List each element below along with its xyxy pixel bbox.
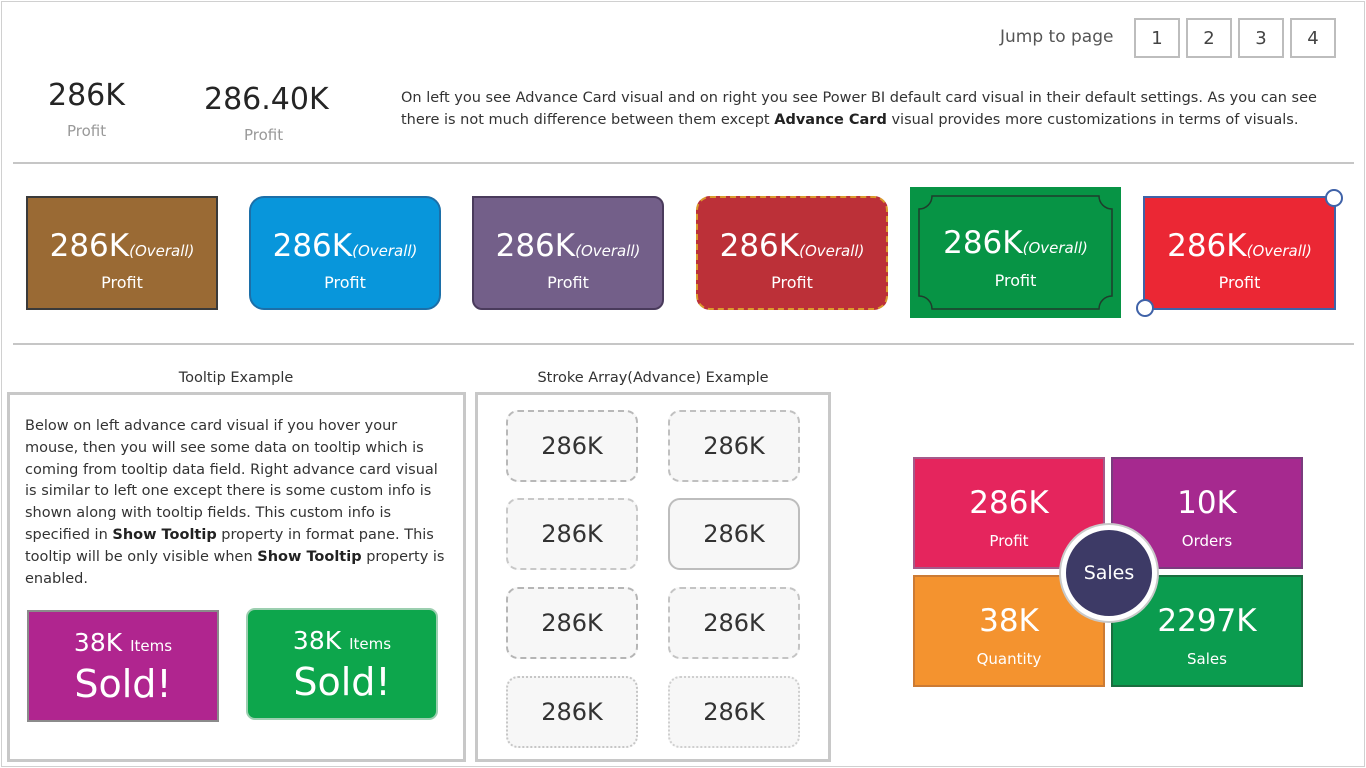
page-3-button[interactable]: 3	[1238, 18, 1284, 58]
card-label: Profit	[771, 273, 813, 292]
quad-label: Sales	[1187, 650, 1227, 668]
quad-value: 10K	[1177, 485, 1237, 521]
sales-center-circle[interactable]: Sales	[1061, 525, 1157, 621]
intro-text: On left you see Advance Card visual and …	[401, 90, 1317, 128]
sold-text: Sold!	[293, 660, 391, 704]
quad-value: 286K	[969, 485, 1049, 521]
card-value: 286K(Overall)	[719, 228, 865, 264]
color-card-red-dashed[interactable]: 286K(Overall) Profit	[696, 196, 888, 310]
tooltip-example-title: Tooltip Example	[178, 370, 294, 386]
card-label: Profit	[324, 273, 366, 292]
stroke-card-5[interactable]: 286K	[506, 587, 638, 659]
color-card-purple[interactable]: 286K(Overall) Profit	[472, 196, 664, 310]
advance-card-value: 286K	[48, 78, 125, 113]
stroke-array-title: Stroke Array(Advance) Example	[537, 370, 769, 386]
divider-top	[13, 162, 1354, 164]
card-label: Profit	[994, 271, 1037, 290]
advance-card-label: Profit	[67, 122, 107, 140]
card-value: 286K(Overall)	[495, 228, 641, 264]
quad-label: Quantity	[976, 650, 1042, 668]
corner-notch-top-right	[1325, 189, 1343, 207]
stroke-card-8[interactable]: 286K	[668, 676, 800, 748]
sold-text: Sold!	[74, 662, 172, 706]
color-card-blue[interactable]: 286K(Overall) Profit	[249, 196, 441, 310]
card-value: 286K(Overall)	[49, 228, 195, 264]
sold-count: 38K Items	[73, 628, 173, 657]
card-value: 286K(Overall)	[272, 228, 418, 264]
stroke-card-6[interactable]: 286K	[668, 587, 800, 659]
items-sold-card-left[interactable]: 38K Items Sold!	[27, 610, 219, 722]
tooltip-description: Below on left advance card visual if you…	[25, 418, 445, 587]
stroke-card-7[interactable]: 286K	[506, 676, 638, 748]
page-4-button[interactable]: 4	[1290, 18, 1336, 58]
page-1-button[interactable]: 1	[1134, 18, 1180, 58]
default-card-label: Profit	[244, 126, 284, 144]
jump-to-page-label: Jump to page	[1000, 27, 1114, 47]
quad-value: 38K	[979, 603, 1039, 639]
card-label: Profit	[547, 273, 589, 292]
color-card-brown[interactable]: 286K(Overall) Profit	[26, 196, 218, 310]
stroke-card-3[interactable]: 286K	[506, 498, 638, 570]
stroke-card-1[interactable]: 286K	[506, 410, 638, 482]
corner-notch-bottom-left	[1136, 299, 1154, 317]
color-card-bright-red[interactable]: 286K(Overall) Profit	[1136, 189, 1343, 317]
stroke-card-2[interactable]: 286K	[668, 410, 800, 482]
color-card-green-notched[interactable]: 286K(Overall) Profit	[910, 187, 1121, 318]
divider-middle	[13, 343, 1354, 345]
stroke-card-4[interactable]: 286K	[668, 498, 800, 570]
card-label: Profit	[101, 273, 143, 292]
items-sold-card-right[interactable]: 38K Items Sold!	[246, 608, 438, 720]
card-value: 286K(Overall)	[943, 225, 1088, 261]
sold-count: 38K Items	[292, 626, 392, 655]
card-label: Profit	[1218, 273, 1261, 292]
card-value: 286K(Overall)	[1167, 228, 1312, 264]
page-2-button[interactable]: 2	[1186, 18, 1232, 58]
default-card-value: 286.40K	[204, 82, 329, 117]
